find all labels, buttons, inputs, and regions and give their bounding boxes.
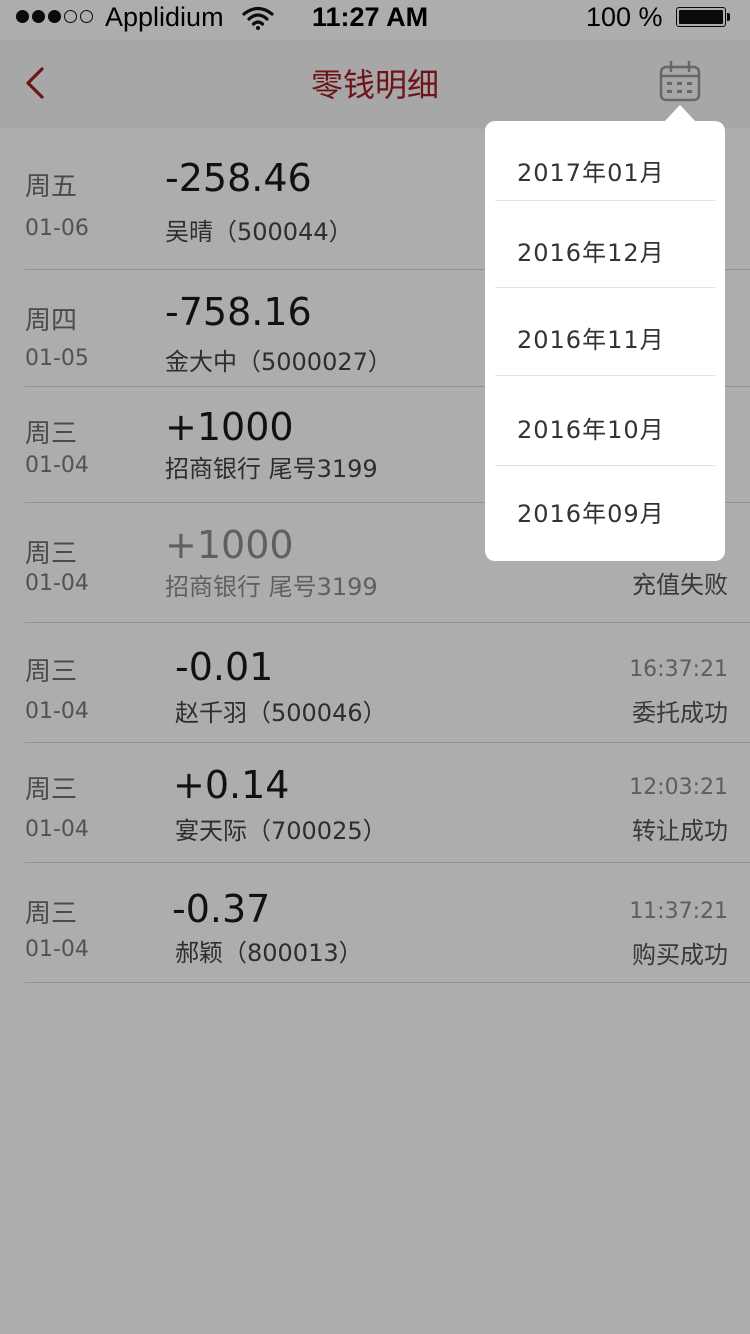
month-dropdown: 2017年01月 2016年12月 2016年11月 2016年10月 2016… bbox=[485, 121, 725, 561]
month-option[interactable]: 2016年12月 bbox=[495, 201, 715, 288]
month-option[interactable]: 2017年01月 bbox=[495, 121, 715, 201]
screen: Applidium 11:27 AM 100 % 零钱明细 周五 01-06 -… bbox=[0, 0, 750, 1334]
month-option[interactable]: 2016年09月 bbox=[495, 466, 715, 561]
month-option[interactable]: 2016年10月 bbox=[495, 376, 715, 466]
dropdown-pointer bbox=[664, 105, 696, 122]
month-option[interactable]: 2016年11月 bbox=[495, 288, 715, 376]
